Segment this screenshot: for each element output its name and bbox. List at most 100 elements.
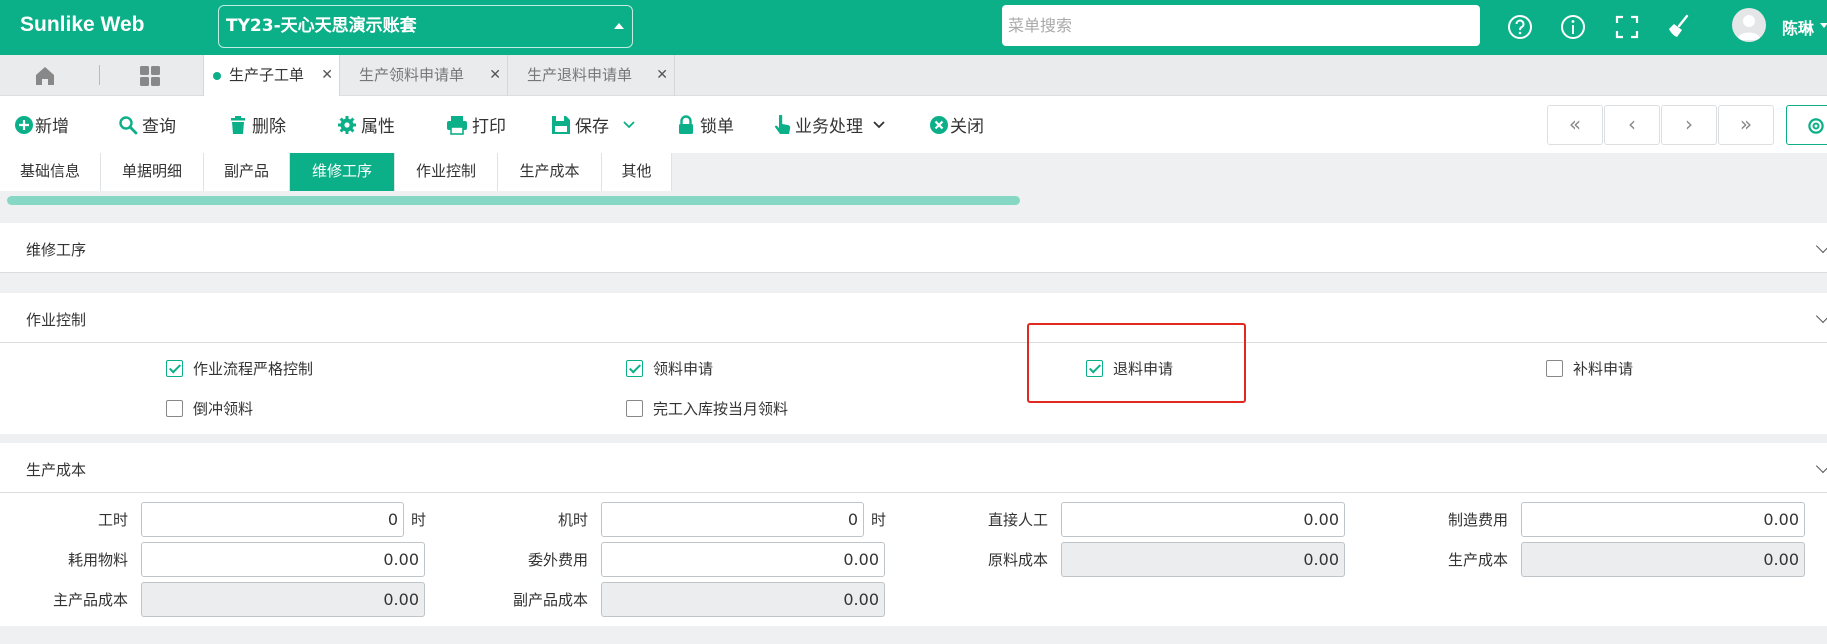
main-product-cost-field: 0.00 <box>141 582 425 617</box>
panel-operation-control: 作业控制 作业流程严格控制 领料申请 退料申请 补料申请 倒冲领料 完工入库按当… <box>0 293 1827 434</box>
checkbox-box[interactable] <box>1546 360 1563 377</box>
panel-title: 维修工序 <box>26 241 87 259</box>
printer-icon <box>447 116 467 135</box>
machine-hours-unit: 时 <box>871 511 887 529</box>
page-tab-label: 生产退料申请单 <box>527 66 633 84</box>
avatar[interactable] <box>1732 8 1766 42</box>
work-hours-label: 工时 <box>97 511 128 529</box>
by-product-cost-label: 副产品成本 <box>512 591 588 609</box>
account-name: TY23-天心天思演示账套 <box>226 16 417 36</box>
panel-header[interactable]: 作业控制 <box>0 293 1827 343</box>
production-cost-label: 生产成本 <box>1447 551 1508 569</box>
page-tab-requisition[interactable]: 生产领料申请单 ✕ <box>339 55 507 96</box>
checkbox-box[interactable] <box>166 360 183 377</box>
manufacturing-cost-input[interactable]: 0.00 <box>1521 502 1805 537</box>
machine-hours-input[interactable]: 0 <box>601 502 864 537</box>
info-icon[interactable] <box>1558 12 1588 42</box>
account-selector[interactable]: TY23-天心天思演示账套 <box>218 5 633 48</box>
panel-header[interactable]: 生产成本 <box>0 443 1827 493</box>
panel-title: 生产成本 <box>26 461 87 479</box>
tab-document-details[interactable]: 单据明细 <box>101 153 204 191</box>
previous-record-button[interactable]: ‹ <box>1604 105 1660 145</box>
tab-operation-control[interactable]: 作业控制 <box>395 153 498 191</box>
chevron-down-icon[interactable] <box>873 120 885 130</box>
gear-icon <box>1808 118 1824 134</box>
outsourcing-input[interactable]: 0.00 <box>601 542 885 577</box>
tab-by-product[interactable]: 副产品 <box>204 153 290 191</box>
panel-header[interactable]: 维修工序 <box>0 223 1827 273</box>
last-record-button[interactable]: » <box>1718 105 1774 145</box>
checkbox-box[interactable] <box>166 400 183 417</box>
tab-basic-info[interactable]: 基础信息 <box>0 153 101 191</box>
properties-button-label: 属性 <box>361 117 395 137</box>
business-button-label: 业务处理 <box>795 117 863 137</box>
page-tab-return-request[interactable]: 生产退料申请单 ✕ <box>507 55 675 96</box>
consumables-input[interactable]: 0.00 <box>141 542 425 577</box>
close-circle-icon <box>930 116 948 134</box>
trash-icon <box>231 116 245 134</box>
main-product-cost-label: 主产品成本 <box>52 591 128 609</box>
menu-search-input[interactable] <box>1002 5 1480 46</box>
lock-button-label: 锁单 <box>700 117 734 137</box>
broom-icon[interactable] <box>1665 12 1695 42</box>
close-tab-icon[interactable]: ✕ <box>321 55 333 95</box>
section-tab-bar: 基础信息 单据明细 副产品 维修工序 作业控制 生产成本 其他 <box>0 153 1827 191</box>
tab-repair-process[interactable]: 维修工序 <box>290 153 395 191</box>
chevron-down-icon[interactable] <box>1815 308 1827 324</box>
save-button-label: 保存 <box>575 117 609 137</box>
lock-icon <box>679 115 693 134</box>
new-button-label: 新增 <box>35 117 69 137</box>
checkbox-label: 完工入库按当月领料 <box>653 400 789 418</box>
manufacturing-cost-label: 制造费用 <box>1447 511 1508 529</box>
query-button-label: 查询 <box>142 117 176 137</box>
page-tab-label: 生产子工单 <box>229 66 305 84</box>
divider <box>99 65 100 85</box>
user-caret-icon[interactable] <box>1820 23 1827 28</box>
panel-title: 作业控制 <box>26 311 87 329</box>
chevron-down-icon[interactable] <box>1815 458 1827 474</box>
save-disk-icon <box>552 116 570 134</box>
tab-production-cost[interactable]: 生产成本 <box>498 153 602 191</box>
brand-logo: Sunlike Web <box>20 13 145 36</box>
first-record-button[interactable]: « <box>1547 105 1603 145</box>
checkbox-label: 作业流程严格控制 <box>193 360 314 378</box>
next-record-button[interactable]: › <box>1661 105 1717 145</box>
chevron-down-icon[interactable] <box>623 120 635 130</box>
apps-grid-icon[interactable] <box>137 63 163 89</box>
close-tab-icon[interactable]: ✕ <box>489 55 501 95</box>
tab-other[interactable]: 其他 <box>602 153 672 191</box>
direct-labor-input[interactable]: 0.00 <box>1061 502 1345 537</box>
consumables-label: 耗用物料 <box>67 551 128 569</box>
panel-repair-process: 维修工序 <box>0 223 1827 273</box>
gear-icon <box>338 116 356 134</box>
active-dot-icon <box>213 72 221 80</box>
user-name[interactable]: 陈琳 <box>1782 15 1814 39</box>
help-icon[interactable] <box>1505 12 1535 42</box>
production-cost-field: 0.00 <box>1521 542 1805 577</box>
caret-up-icon <box>614 23 624 29</box>
checkbox-label: 倒冲领料 <box>193 400 254 418</box>
highlight-box <box>1027 323 1246 403</box>
horizontal-scrollbar[interactable] <box>7 196 1020 205</box>
plus-circle-icon <box>15 116 33 134</box>
delete-button-label: 删除 <box>252 117 286 137</box>
fullscreen-icon[interactable] <box>1612 12 1642 42</box>
checkbox-box[interactable] <box>626 360 643 377</box>
direct-labor-label: 直接人工 <box>987 511 1048 529</box>
page-tab-strip: 生产子工单 ✕ 生产领料申请单 ✕ 生产退料申请单 ✕ <box>0 55 1827 96</box>
settings-button[interactable] <box>1786 105 1827 145</box>
checkbox-label: 领料申请 <box>653 360 714 378</box>
raw-material-cost-label: 原料成本 <box>987 551 1048 569</box>
search-icon <box>119 116 138 135</box>
action-toolbar: 新增 查询 删除 属性 打印 保存 锁单 业务处理 关闭 « ‹ › » <box>0 96 1827 153</box>
work-hours-unit: 时 <box>411 511 427 529</box>
home-icon[interactable] <box>32 63 58 89</box>
work-hours-input[interactable]: 0 <box>141 502 404 537</box>
checkbox-box[interactable] <box>626 400 643 417</box>
chevron-down-icon[interactable] <box>1815 238 1827 254</box>
by-product-cost-field: 0.00 <box>601 582 885 617</box>
page-tab-production-suborder[interactable]: 生产子工单 ✕ <box>203 55 339 96</box>
close-tab-icon[interactable]: ✕ <box>656 55 668 95</box>
panel-production-cost: 生产成本 工时 0 时 机时 0 时 直接人工 0.00 制造费用 0.00 耗… <box>0 443 1827 626</box>
checkbox-label: 补料申请 <box>1573 360 1634 378</box>
